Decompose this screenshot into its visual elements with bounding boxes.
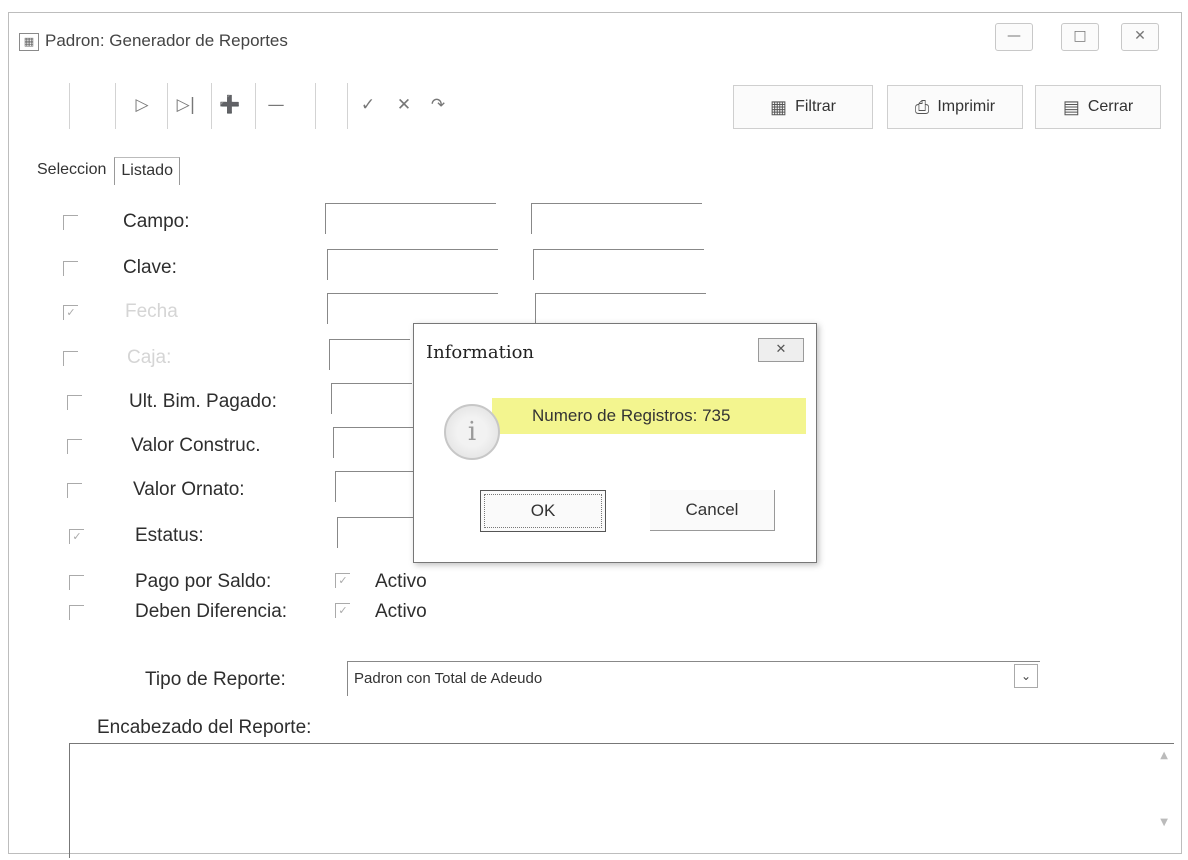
- filtrar-label: Filtrar: [795, 98, 836, 115]
- window-title: Padron: Generador de Reportes: [45, 31, 288, 50]
- tab-bar: Seleccion Listado: [31, 157, 180, 185]
- clave-field-from[interactable]: [327, 249, 498, 280]
- deben-diferencia-activo-checkbox[interactable]: ✓: [335, 603, 350, 618]
- toolbar: ▷ ▷| ➕ — ✓ ✕ ↷ ▦ Filtrar ⎙ Imprimir ▤ Ce…: [69, 77, 1169, 137]
- dialog-title: Information: [426, 342, 535, 363]
- scroll-down-icon[interactable]: ▼: [1160, 817, 1168, 828]
- cancel-button[interactable]: Cancel: [650, 490, 775, 531]
- information-dialog: Information ✕ Numero de Registros: 735 i…: [413, 323, 817, 563]
- filter-icon: ▦: [770, 96, 788, 117]
- estatus-label: Estatus:: [135, 525, 204, 546]
- scroll-up-icon[interactable]: ▲: [1160, 750, 1168, 761]
- caja-checkbox[interactable]: [63, 351, 78, 366]
- plus-icon[interactable]: ➕: [217, 91, 243, 119]
- toolbar-separator: [315, 83, 316, 129]
- ult-bim-label: Ult. Bim. Pagado:: [129, 391, 277, 412]
- deben-diferencia-label: Deben Diferencia:: [135, 601, 288, 622]
- pago-saldo-activo-label: Activo: [375, 571, 427, 592]
- info-icon: i: [444, 404, 500, 460]
- valor-construc-field[interactable]: [333, 427, 414, 458]
- fecha-label: Fecha: [125, 301, 178, 322]
- tipo-reporte-value: Padron con Total de Adeudo: [354, 670, 543, 687]
- close-window-button[interactable]: ✕: [1121, 23, 1159, 51]
- toolbar-separator: [255, 83, 256, 129]
- caja-label: Caja:: [127, 347, 172, 368]
- fecha-checkbox[interactable]: ✓: [63, 305, 78, 320]
- estatus-field[interactable]: [337, 517, 418, 548]
- encabezado-label: Encabezado del Reporte:: [97, 717, 312, 738]
- filtrar-button[interactable]: ▦ Filtrar: [733, 85, 873, 129]
- ult-bim-checkbox[interactable]: [67, 395, 82, 410]
- ult-bim-field[interactable]: [331, 383, 412, 414]
- cerrar-button[interactable]: ▤ Cerrar: [1035, 85, 1161, 129]
- fecha-field-from[interactable]: [327, 293, 498, 324]
- valor-ornato-field[interactable]: [335, 471, 416, 502]
- tab-listado[interactable]: Listado: [114, 157, 180, 185]
- pago-saldo-checkbox[interactable]: [69, 575, 84, 590]
- door-icon: ▤: [1062, 96, 1080, 117]
- redo-icon[interactable]: ↷: [425, 91, 451, 119]
- campo-label: Campo:: [123, 211, 190, 232]
- row-deben-diferencia: Deben Diferencia: ✓ Activo: [9, 599, 609, 629]
- row-clave: Clave:: [9, 249, 704, 285]
- valor-construc-label: Valor Construc.: [131, 435, 261, 456]
- pago-saldo-activo-checkbox[interactable]: ✓: [335, 573, 350, 588]
- campo-field-to[interactable]: [531, 203, 702, 234]
- check-icon[interactable]: ✓: [355, 91, 381, 119]
- maximize-button[interactable]: □: [1061, 23, 1099, 51]
- estatus-checkbox[interactable]: ✓: [69, 529, 84, 544]
- skip-end-icon[interactable]: ▷|: [173, 91, 199, 119]
- imprimir-label: Imprimir: [937, 98, 996, 115]
- printer-icon: ⎙: [914, 96, 930, 117]
- clave-checkbox[interactable]: [63, 261, 78, 276]
- tab-seleccion[interactable]: Seleccion: [31, 157, 112, 185]
- deben-diferencia-activo-label: Activo: [375, 601, 427, 622]
- title-bar: ▦ Padron: Generador de Reportes — □ ✕: [9, 13, 1181, 61]
- valor-ornato-checkbox[interactable]: [67, 483, 82, 498]
- valor-construc-checkbox[interactable]: [67, 439, 82, 454]
- caja-field[interactable]: [329, 339, 410, 370]
- row-pago-saldo: Pago por Saldo: ✓ Activo: [9, 569, 609, 599]
- x-icon[interactable]: ✕: [391, 91, 417, 119]
- campo-checkbox[interactable]: [63, 215, 78, 230]
- minus-icon[interactable]: —: [263, 91, 289, 119]
- minimize-button[interactable]: —: [995, 23, 1033, 51]
- report-generator-window: ▦ Padron: Generador de Reportes — □ ✕ ▷ …: [8, 12, 1182, 858]
- tipo-reporte-select[interactable]: Padron con Total de Adeudo ⌄: [347, 661, 1040, 696]
- tipo-reporte-label: Tipo de Reporte:: [145, 669, 286, 690]
- encabezado-textarea[interactable]: ▲ ▼: [69, 743, 1174, 858]
- toolbar-separator: [69, 83, 70, 129]
- deben-diferencia-checkbox[interactable]: [69, 605, 84, 620]
- imprimir-button[interactable]: ⎙ Imprimir: [887, 85, 1023, 129]
- toolbar-separator: [347, 83, 348, 129]
- clave-label: Clave:: [123, 257, 177, 278]
- row-campo: Campo:: [9, 203, 702, 239]
- cerrar-label: Cerrar: [1087, 98, 1134, 115]
- ok-button[interactable]: OK: [480, 490, 606, 532]
- toolbar-separator: [167, 83, 168, 129]
- clave-field-to[interactable]: [533, 249, 704, 280]
- dialog-close-button[interactable]: ✕: [758, 338, 804, 362]
- pago-saldo-label: Pago por Saldo:: [135, 571, 272, 592]
- fecha-field-to[interactable]: [535, 293, 706, 324]
- valor-ornato-label: Valor Ornato:: [133, 479, 245, 500]
- toolbar-separator: [211, 83, 212, 129]
- dialog-message: Numero de Registros: 735: [492, 398, 806, 434]
- chevron-down-icon[interactable]: ⌄: [1014, 664, 1038, 688]
- campo-field-from[interactable]: [325, 203, 496, 234]
- play-icon[interactable]: ▷: [129, 91, 155, 119]
- toolbar-separator: [115, 83, 116, 129]
- app-icon: ▦: [19, 33, 39, 51]
